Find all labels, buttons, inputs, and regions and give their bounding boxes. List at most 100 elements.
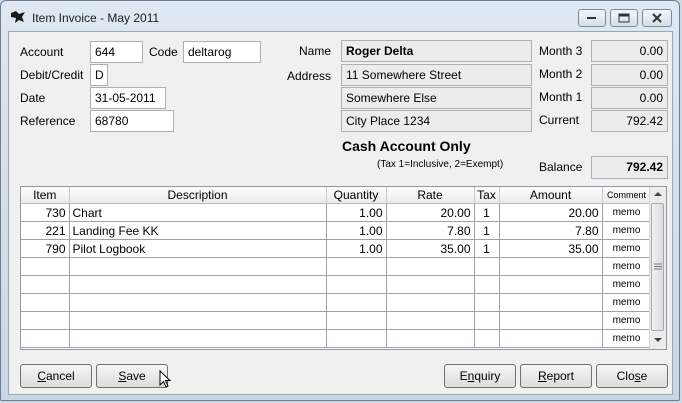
table-row[interactable]: 221 Landing Fee KK 1.00 7.80 1 7.80 memo bbox=[21, 221, 652, 240]
grip-icon bbox=[654, 263, 662, 270]
cell-item[interactable] bbox=[21, 257, 70, 276]
close-window-button[interactable] bbox=[642, 9, 672, 27]
cell-item[interactable]: 730 bbox=[21, 203, 70, 222]
cell-tax[interactable]: 1 bbox=[474, 203, 500, 222]
cell-tax[interactable]: 1 bbox=[474, 221, 500, 240]
column-header-quantity[interactable]: Quantity bbox=[326, 187, 387, 204]
cell-item[interactable] bbox=[21, 275, 70, 294]
month1-label: Month 1 bbox=[539, 90, 583, 104]
cell-comment[interactable]: memo bbox=[602, 257, 652, 276]
cell-item[interactable] bbox=[21, 293, 70, 312]
cell-description[interactable]: Landing Fee KK bbox=[69, 221, 327, 240]
cell-amount[interactable] bbox=[499, 275, 603, 294]
address-line-2: Somewhere Else bbox=[341, 87, 532, 109]
scrollbar-thumb[interactable] bbox=[651, 203, 664, 331]
cell-quantity[interactable]: 1.00 bbox=[326, 221, 387, 240]
debit-credit-field[interactable]: D bbox=[90, 64, 108, 86]
cell-tax[interactable]: 1 bbox=[474, 239, 500, 258]
cell-description[interactable]: Pilot Logbook bbox=[69, 239, 327, 258]
cell-quantity[interactable] bbox=[326, 311, 387, 330]
items-grid[interactable]: Item Description Quantity Rate Tax Amoun… bbox=[20, 186, 667, 350]
cell-description[interactable] bbox=[69, 257, 327, 276]
cell-quantity[interactable] bbox=[326, 257, 387, 276]
report-button[interactable]: Report bbox=[520, 364, 592, 388]
cell-description[interactable] bbox=[69, 311, 327, 330]
month1-value: 0.00 bbox=[591, 87, 668, 109]
cell-tax[interactable] bbox=[474, 293, 500, 312]
cell-quantity[interactable] bbox=[326, 329, 387, 348]
month2-label: Month 2 bbox=[539, 67, 583, 81]
maximize-button[interactable] bbox=[610, 9, 638, 27]
save-button[interactable]: Save bbox=[96, 364, 168, 388]
cancel-button[interactable]: Cancel bbox=[20, 364, 92, 388]
table-row[interactable]: memo bbox=[21, 257, 652, 276]
cell-rate[interactable]: 7.80 bbox=[386, 221, 475, 240]
cell-description[interactable] bbox=[69, 329, 327, 348]
cell-comment[interactable]: memo bbox=[602, 329, 652, 348]
cell-tax[interactable] bbox=[474, 311, 500, 330]
reference-field[interactable]: 68780 bbox=[90, 110, 174, 132]
reference-label: Reference bbox=[20, 114, 76, 128]
cell-tax[interactable] bbox=[474, 275, 500, 294]
cell-rate[interactable] bbox=[386, 311, 475, 330]
vertical-scrollbar[interactable] bbox=[649, 187, 666, 349]
cell-rate[interactable] bbox=[386, 275, 475, 294]
cell-rate[interactable] bbox=[386, 293, 475, 312]
code-field[interactable]: deltarog bbox=[183, 41, 261, 63]
cell-amount[interactable] bbox=[499, 329, 603, 348]
cell-description[interactable] bbox=[69, 275, 327, 294]
cell-item[interactable]: 221 bbox=[21, 221, 70, 240]
cell-item[interactable] bbox=[21, 329, 70, 348]
cell-comment[interactable]: memo bbox=[602, 293, 652, 312]
cell-rate[interactable] bbox=[386, 329, 475, 348]
cell-amount[interactable]: 20.00 bbox=[499, 203, 603, 222]
cell-tax[interactable] bbox=[474, 329, 500, 348]
scroll-up-arrow-icon[interactable] bbox=[654, 191, 662, 197]
table-row[interactable]: memo bbox=[21, 275, 652, 294]
cell-comment[interactable]: memo bbox=[602, 239, 652, 258]
cell-description[interactable]: Chart bbox=[69, 203, 327, 222]
cell-comment[interactable]: memo bbox=[602, 221, 652, 240]
close-button[interactable]: Close bbox=[596, 364, 668, 388]
cell-rate[interactable] bbox=[386, 257, 475, 276]
column-header-rate[interactable]: Rate bbox=[386, 187, 475, 204]
cell-amount[interactable] bbox=[499, 311, 603, 330]
cell-item[interactable] bbox=[21, 311, 70, 330]
table-row[interactable]: memo bbox=[21, 329, 652, 348]
cell-comment[interactable]: memo bbox=[602, 203, 652, 222]
cell-quantity[interactable] bbox=[326, 293, 387, 312]
enquiry-label-pre: E bbox=[459, 369, 468, 383]
table-row[interactable]: 790 Pilot Logbook 1.00 35.00 1 35.00 memo bbox=[21, 239, 652, 258]
column-header-tax[interactable]: Tax bbox=[474, 187, 500, 204]
cell-amount[interactable]: 35.00 bbox=[499, 239, 603, 258]
cell-item[interactable]: 790 bbox=[21, 239, 70, 258]
date-field[interactable]: 31-05-2011 bbox=[90, 87, 166, 109]
column-header-description[interactable]: Description bbox=[69, 187, 327, 204]
table-row[interactable]: memo bbox=[21, 293, 652, 312]
column-header-item[interactable]: Item bbox=[21, 187, 70, 204]
cell-amount[interactable] bbox=[499, 257, 603, 276]
title-bar[interactable]: Item Invoice - May 2011 bbox=[1, 1, 679, 35]
minimize-button[interactable] bbox=[578, 9, 606, 27]
close-label-post: e bbox=[640, 369, 648, 383]
cell-quantity[interactable]: 1.00 bbox=[326, 239, 387, 258]
enquiry-button[interactable]: Enquiry bbox=[444, 364, 516, 388]
table-row[interactable]: 730 Chart 1.00 20.00 1 20.00 memo bbox=[21, 203, 652, 222]
column-header-amount[interactable]: Amount bbox=[499, 187, 603, 204]
cell-quantity[interactable] bbox=[326, 275, 387, 294]
cell-tax[interactable] bbox=[474, 257, 500, 276]
cell-amount[interactable] bbox=[499, 293, 603, 312]
cell-comment[interactable]: memo bbox=[602, 275, 652, 294]
enquiry-label-post: quiry bbox=[474, 369, 501, 383]
scroll-down-arrow-icon[interactable] bbox=[654, 337, 662, 343]
column-header-comment[interactable]: Comment bbox=[602, 187, 652, 204]
cell-description[interactable] bbox=[69, 293, 327, 312]
cell-rate[interactable]: 35.00 bbox=[386, 239, 475, 258]
table-row[interactable]: memo bbox=[21, 311, 652, 330]
name-field: Roger Delta bbox=[341, 40, 532, 62]
cell-comment[interactable]: memo bbox=[602, 311, 652, 330]
cell-quantity[interactable]: 1.00 bbox=[326, 203, 387, 222]
cell-amount[interactable]: 7.80 bbox=[499, 221, 603, 240]
account-field[interactable]: 644 bbox=[90, 41, 143, 63]
cell-rate[interactable]: 20.00 bbox=[386, 203, 475, 222]
